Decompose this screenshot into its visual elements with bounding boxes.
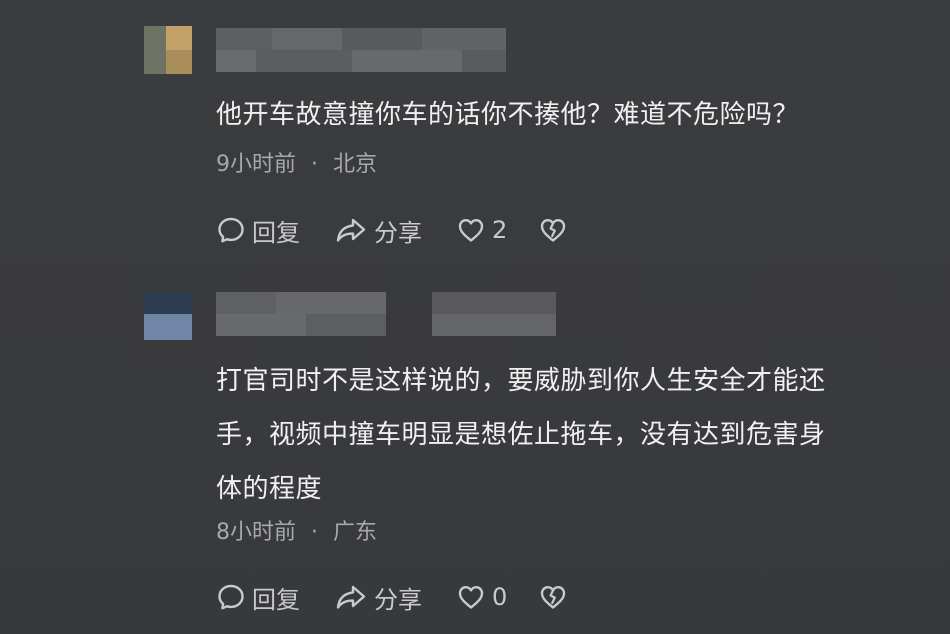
blur-block <box>276 292 386 314</box>
comment-location: 北京 <box>333 152 378 177</box>
comment-item: 打官司时不是这样说的，要威胁到你人生安全才能还 手，视频中撞车明显是想佐止拖车，… <box>0 270 950 634</box>
dislike-button[interactable] <box>538 582 568 612</box>
blur-block <box>216 28 272 50</box>
meta-separator: · <box>311 520 318 545</box>
username-blurred[interactable] <box>216 292 556 336</box>
blur-block <box>432 314 556 336</box>
reply-label: 回复 <box>252 585 300 614</box>
avatar-pixel <box>144 292 192 314</box>
like-count: 2 <box>492 216 508 244</box>
broken-heart-icon <box>540 219 566 242</box>
comment-time: 9小时前 <box>216 152 296 177</box>
blur-block <box>352 50 462 72</box>
share-label: 分享 <box>374 585 422 614</box>
share-arrow-icon <box>336 218 366 242</box>
comment-meta: 8小时前 · 广东 <box>216 514 377 546</box>
share-button[interactable]: 分享 <box>334 213 456 248</box>
comment-actions: 回复 分享 0 <box>216 579 568 615</box>
like-count: 0 <box>492 583 508 611</box>
dislike-button[interactable] <box>538 215 568 245</box>
blur-block <box>272 28 342 50</box>
comment-text: 他开车故意撞你车的话你不揍他？难道不危险吗？ <box>216 100 800 130</box>
comment-item: 他开车故意撞你车的话你不揍他？难道不危险吗？ 9小时前 · 北京 回复 分享 2 <box>0 0 950 270</box>
heart-icon <box>458 219 484 242</box>
comment-actions: 回复 分享 2 <box>216 212 568 248</box>
avatar-pixel <box>144 26 166 74</box>
avatar[interactable] <box>144 26 192 74</box>
comment-meta: 9小时前 · 北京 <box>216 146 377 178</box>
blur-block <box>432 292 556 314</box>
like-button[interactable]: 2 <box>456 215 538 245</box>
blur-block <box>216 50 256 72</box>
comment-bubble-icon <box>218 584 244 610</box>
avatar-pixel <box>144 314 192 340</box>
blur-block <box>216 292 276 314</box>
broken-heart-icon <box>540 586 566 609</box>
blur-block <box>422 28 506 50</box>
meta-separator: · <box>311 152 318 177</box>
share-arrow-icon <box>336 585 366 609</box>
blur-block <box>306 314 386 336</box>
share-button[interactable]: 分享 <box>334 580 456 615</box>
reply-label: 回复 <box>252 218 300 247</box>
comment-list: 他开车故意撞你车的话你不揍他？难道不危险吗？ 9小时前 · 北京 回复 分享 2… <box>0 0 950 634</box>
blur-block <box>216 314 306 336</box>
blur-block <box>256 50 352 72</box>
reply-button[interactable]: 回复 <box>216 213 334 248</box>
share-label: 分享 <box>374 218 422 247</box>
comment-time: 8小时前 <box>216 520 296 545</box>
comment-location: 广东 <box>333 520 378 545</box>
heart-icon <box>458 586 484 609</box>
blur-block <box>462 50 506 72</box>
reply-button[interactable]: 回复 <box>216 580 334 615</box>
avatar[interactable] <box>144 292 192 340</box>
blur-block <box>342 28 422 50</box>
like-button[interactable]: 0 <box>456 582 538 612</box>
comment-bubble-icon <box>218 217 244 243</box>
comment-text: 打官司时不是这样说的，要威胁到你人生安全才能还 手，视频中撞车明显是想佐止拖车，… <box>216 366 826 504</box>
username-blurred[interactable] <box>216 28 506 72</box>
avatar-pixel <box>166 50 192 74</box>
